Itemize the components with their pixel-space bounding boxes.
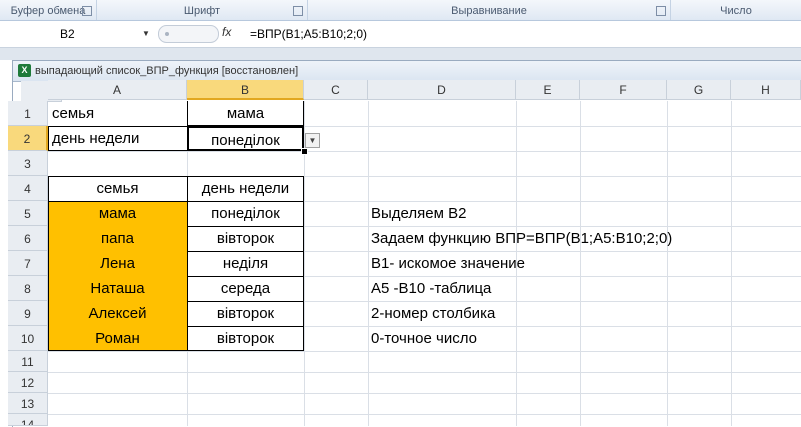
- workbook-title-bar: X выпадающий список_ВПР_функция [восстан…: [13, 61, 801, 82]
- dialog-launcher-icon[interactable]: [82, 6, 92, 16]
- dialog-launcher-icon[interactable]: [656, 6, 666, 16]
- row-header-2[interactable]: 2: [8, 126, 48, 151]
- cell-b9[interactable]: вівторок: [187, 301, 304, 326]
- fill-handle[interactable]: [301, 148, 308, 155]
- row-header-13[interactable]: 13: [8, 393, 48, 414]
- column-header-f[interactable]: F: [580, 80, 667, 100]
- gridline: [48, 351, 801, 352]
- cell-d6[interactable]: Задаем функцию ВПР=ВПР(B1;A5:B10;2;0): [371, 226, 672, 251]
- cell-a2[interactable]: день недели: [52, 126, 139, 151]
- cell-a6[interactable]: папа: [48, 226, 187, 251]
- row-header-7[interactable]: 7: [8, 251, 48, 276]
- row-header-9[interactable]: 9: [8, 301, 48, 326]
- column-header-a[interactable]: A: [48, 80, 187, 100]
- ribbon-group-label: Буфер обмена: [10, 5, 86, 17]
- gridline: [48, 393, 801, 394]
- cell-a4[interactable]: семья: [48, 176, 187, 201]
- name-box-value: B2: [60, 27, 75, 41]
- row-header-11[interactable]: 11: [8, 351, 48, 372]
- row-header-3[interactable]: 3: [8, 151, 48, 176]
- excel-icon: X: [18, 64, 31, 77]
- gridline: [667, 101, 668, 426]
- column-header-e[interactable]: E: [516, 80, 580, 100]
- ribbon-group-font[interactable]: Шрифт: [97, 0, 308, 20]
- cell-d7[interactable]: В1- искомое значение: [371, 251, 525, 276]
- row-header-12[interactable]: 12: [8, 372, 48, 393]
- cell-b1[interactable]: мама: [187, 101, 304, 126]
- cell-a7[interactable]: Лена: [48, 251, 187, 276]
- cell-b6[interactable]: вівторок: [187, 226, 304, 251]
- gridline: [48, 372, 801, 373]
- ribbon-group-label: Число: [720, 5, 752, 17]
- cell-d5[interactable]: Выделяем В2: [371, 201, 466, 226]
- column-header-h[interactable]: H: [731, 80, 801, 100]
- cell-a1[interactable]: семья: [52, 101, 94, 126]
- cell-d9[interactable]: 2-номер столбика: [371, 301, 495, 326]
- gridline: [580, 101, 581, 426]
- cell-b7[interactable]: неділя: [187, 251, 304, 276]
- cell-b4[interactable]: день недели: [187, 176, 304, 201]
- row-header-6[interactable]: 6: [8, 226, 48, 251]
- dialog-launcher-icon[interactable]: [293, 6, 303, 16]
- cell-a10[interactable]: Роман: [48, 326, 187, 351]
- insert-function-icon[interactable]: fx: [222, 25, 231, 39]
- dropdown-arrow-icon[interactable]: ▼: [305, 133, 320, 148]
- ribbon-group-clipboard[interactable]: Буфер обмена: [0, 0, 97, 20]
- workbook-title: выпадающий список_ВПР_функция [восстанов…: [35, 65, 299, 77]
- column-header-c[interactable]: C: [304, 80, 368, 100]
- chevron-down-icon[interactable]: ▼: [142, 23, 150, 45]
- cell-b8[interactable]: середа: [187, 276, 304, 301]
- gridline: [48, 151, 801, 152]
- row-header-10[interactable]: 10: [8, 326, 48, 351]
- formula-bar: B2 ▼: [0, 21, 801, 48]
- formula-input[interactable]: =ВПР(B1;A5:B10;2;0): [250, 27, 367, 41]
- gridline: [731, 101, 732, 426]
- ribbon-group-number[interactable]: Число: [671, 0, 801, 20]
- cell-d10[interactable]: 0-точное число: [371, 326, 477, 351]
- cell-a9[interactable]: Алексей: [48, 301, 187, 326]
- row-header-1[interactable]: 1: [8, 101, 48, 126]
- row-header-8[interactable]: 8: [8, 276, 48, 301]
- cell-b2-selected[interactable]: понеділок: [187, 126, 304, 151]
- gridline: [368, 101, 369, 426]
- column-header-b[interactable]: B: [187, 80, 304, 100]
- ribbon-group-alignment[interactable]: Выравнивание: [308, 0, 671, 20]
- column-header-g[interactable]: G: [667, 80, 731, 100]
- row-header-4[interactable]: 4: [8, 176, 48, 201]
- gridline: [48, 414, 801, 415]
- name-box[interactable]: B2 ▼: [0, 23, 150, 44]
- ribbon-group-label: Выравнивание: [451, 5, 527, 17]
- row-header-5[interactable]: 5: [8, 201, 48, 226]
- cell-a5[interactable]: мама: [48, 201, 187, 226]
- ribbon: Буфер обмена Шрифт Выравнивание Число: [0, 0, 801, 21]
- cell-a8[interactable]: Наташа: [48, 276, 187, 301]
- ribbon-group-label: Шрифт: [183, 5, 221, 17]
- column-header-d[interactable]: D: [368, 80, 516, 100]
- row-header-14[interactable]: 14: [8, 414, 48, 426]
- cell-b5[interactable]: понеділок: [187, 201, 304, 226]
- workspace-background: [0, 48, 801, 60]
- cell-b10[interactable]: вівторок: [187, 326, 304, 351]
- cell-d8[interactable]: А5 -В10 -таблица: [371, 276, 491, 301]
